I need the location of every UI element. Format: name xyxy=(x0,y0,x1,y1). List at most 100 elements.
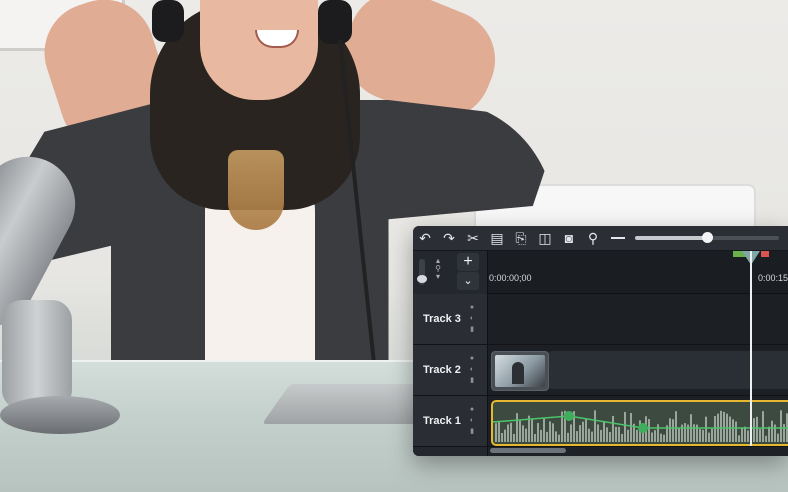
microphone-stand xyxy=(2,300,72,410)
waveform-bar xyxy=(699,429,701,442)
waveform-bar xyxy=(585,418,587,442)
waveform-bar xyxy=(777,433,779,442)
waveform-bar xyxy=(762,411,764,442)
track-header: Track 2 ● ◐ ▮ xyxy=(413,345,488,395)
zoom-out-icon[interactable] xyxy=(611,237,625,239)
waveform-bar xyxy=(504,429,506,442)
headphone-right xyxy=(318,0,352,44)
face xyxy=(200,0,318,100)
waveform-bar xyxy=(681,424,683,442)
track-2: Track 2 ● ◐ ▮ xyxy=(413,345,788,396)
zoom-icon[interactable]: ⚲ xyxy=(581,226,605,250)
waveform-bar xyxy=(708,432,710,442)
track-label: Track 2 xyxy=(423,364,461,376)
split-icon[interactable]: ◫ xyxy=(533,226,557,250)
volume-keyframe[interactable] xyxy=(638,423,648,433)
waveform-bar xyxy=(534,434,536,442)
waveform-bar xyxy=(495,423,497,442)
timecode-start: 0:00:00;00 xyxy=(489,273,532,283)
waveform-bar xyxy=(759,429,761,442)
track-lane[interactable] xyxy=(488,396,788,446)
waveform-bar xyxy=(702,429,704,442)
waveform-bar xyxy=(618,426,620,442)
add-track-button[interactable]: + xyxy=(457,253,479,271)
waveform-bar xyxy=(531,418,533,442)
waveform-bar xyxy=(663,434,665,442)
waveform-bar xyxy=(651,432,653,442)
collapse-tracks-button[interactable]: ⌄ xyxy=(457,272,479,290)
copy-icon[interactable]: ▤ xyxy=(485,226,509,250)
track-toggle-icons[interactable]: ● ◐ ▮ xyxy=(467,302,477,335)
waveform-bar xyxy=(684,423,686,442)
audio-clip[interactable] xyxy=(491,400,788,446)
track-height-icon[interactable]: ▴ ⚲ ▾ xyxy=(433,257,443,281)
waveform-bar xyxy=(771,420,773,442)
waveform-bar xyxy=(498,421,500,442)
waveform-bar xyxy=(624,411,626,442)
track-lane[interactable] xyxy=(488,294,788,344)
waveform-bar xyxy=(654,430,656,442)
waveform-bar xyxy=(732,419,734,442)
waveform-bar xyxy=(579,425,581,442)
waveform-bar xyxy=(756,416,758,442)
audio-waveform xyxy=(493,410,788,442)
waveform-bar xyxy=(546,431,548,442)
track-toggle-icons[interactable]: ● ◐ ▮ xyxy=(467,404,477,437)
undo-icon[interactable]: ↶ xyxy=(413,226,437,250)
track-label: Track 3 xyxy=(423,313,461,325)
waveform-bar xyxy=(648,419,650,442)
waveform-bar xyxy=(537,423,539,442)
redo-icon[interactable]: ↷ xyxy=(437,226,461,250)
waveform-bar xyxy=(522,425,524,442)
volume-slider[interactable] xyxy=(417,259,427,285)
waveform-bar xyxy=(609,432,611,442)
waveform-bar xyxy=(588,428,590,442)
waveform-bar xyxy=(612,415,614,442)
track-label: Track 1 xyxy=(423,415,461,427)
snapshot-icon[interactable]: ◙ xyxy=(557,226,581,250)
waveform-bar xyxy=(687,424,689,442)
video-clip[interactable] xyxy=(491,351,549,391)
track-header: Track 3 ● ◐ ▮ xyxy=(413,294,488,344)
waveform-bar xyxy=(675,411,677,442)
track-lane-fill xyxy=(548,351,788,389)
headphone-left xyxy=(152,0,184,42)
waveform-bar xyxy=(582,421,584,442)
track-lane[interactable] xyxy=(488,345,788,395)
zoom-slider[interactable] xyxy=(635,232,779,243)
waveform-bar xyxy=(636,429,638,442)
waveform-bar xyxy=(543,418,545,442)
waveform-bar xyxy=(603,421,605,442)
horizontal-scrollbar[interactable] xyxy=(490,448,566,453)
zoom-slider-handle[interactable] xyxy=(702,232,713,243)
waveform-bar xyxy=(516,413,518,442)
waveform-bar xyxy=(747,430,749,442)
timeline-editor: ↶ ↷ ✂ ▤ ⎘ ◫ ◙ ⚲ 0:00:00;00 0:00:15 ▴ ⚲ ▾ +… xyxy=(413,226,788,456)
waveform-bar xyxy=(678,427,680,442)
waveform-bar xyxy=(741,427,743,442)
playhead-line[interactable] xyxy=(750,251,752,446)
volume-keyframe[interactable] xyxy=(564,411,574,421)
waveform-bar xyxy=(714,416,716,442)
waveform-bar xyxy=(555,431,557,442)
waveform-bar xyxy=(513,433,515,442)
track-toggle-icons[interactable]: ● ◐ ▮ xyxy=(467,353,477,386)
waveform-bar xyxy=(720,410,722,442)
waveform-bar xyxy=(606,427,608,442)
waveform-bar xyxy=(552,423,554,442)
marker-red[interactable] xyxy=(761,251,769,257)
waveform-bar xyxy=(567,432,569,442)
waveform-bar xyxy=(729,416,731,442)
waveform-bar xyxy=(615,426,617,442)
waveform-bar xyxy=(744,426,746,442)
track-3: Track 3 ● ◐ ▮ xyxy=(413,294,788,345)
waveform-bar xyxy=(627,429,629,442)
volume-handle[interactable] xyxy=(417,275,427,283)
cut-icon[interactable]: ✂ xyxy=(461,226,485,250)
paste-icon[interactable]: ⎘ xyxy=(509,226,533,250)
waveform-bar xyxy=(711,428,713,442)
waveform-bar xyxy=(507,424,509,442)
waveform-bar xyxy=(696,424,698,442)
waveform-bar xyxy=(669,418,671,442)
zoom-slider-fill xyxy=(635,236,707,240)
